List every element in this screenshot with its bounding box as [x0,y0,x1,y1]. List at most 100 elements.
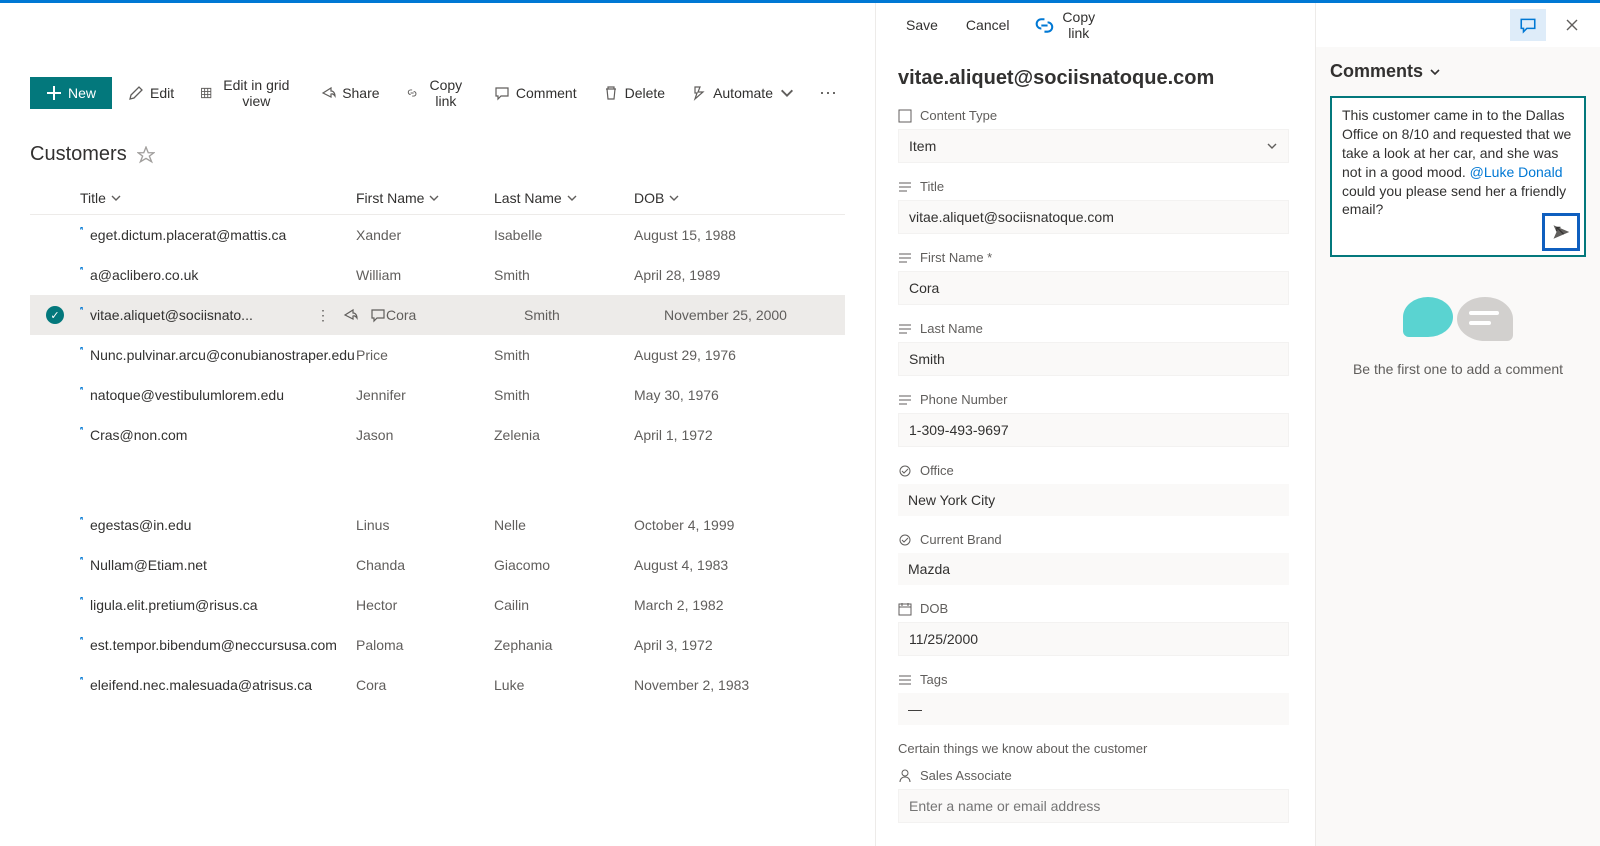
row-title[interactable]: ↗a@aclibero.co.uk [80,267,356,283]
table-row[interactable]: ↗eget.dictum.placerat@mattis.caXanderIsa… [30,215,845,255]
row-firstname: Cora [356,677,494,693]
tags-icon [898,673,912,687]
link-indicator-icon: ↗ [80,637,84,646]
row-checkmark-icon[interactable]: ✓ [46,306,64,324]
comment-button[interactable]: Comment [484,79,587,107]
row-title[interactable]: ↗eleifend.nec.malesuada@atrisus.ca [80,677,356,693]
copy-link-button[interactable]: Copy link [396,71,478,115]
brand-label: Current Brand [920,532,1002,547]
col-firstname[interactable]: First Name [356,190,494,206]
edit-grid-button[interactable]: Edit in grid view [190,71,304,115]
details-copy-link-button[interactable]: Copy link [1024,3,1104,47]
row-title[interactable]: ↗Nunc.pulvinar.arcu@conubianostraper.edu [80,347,356,363]
content-type-label: Content Type [920,108,997,123]
link-indicator-icon: ↗ [80,227,84,236]
row-title[interactable]: ↗Nullam@Etiam.net [80,557,356,573]
delete-label: Delete [625,85,665,101]
office-input[interactable]: New York City [898,484,1289,516]
row-title[interactable]: ↗natoque@vestibulumlorem.edu [80,387,356,403]
row-firstname: Linus [356,517,494,533]
row-dob: November 2, 1983 [634,677,774,693]
content-type-select[interactable]: Item [898,129,1289,163]
table-row[interactable]: ↗Nullam@Etiam.netChandaGiacomoAugust 4, … [30,545,845,585]
table-row[interactable]: ↗Nunc.pulvinar.arcu@conubianostraper.edu… [30,335,845,375]
table-row[interactable]: ↗Cras@non.comJasonZeleniaApril 1, 1972 [30,415,845,455]
automate-button[interactable]: Automate [681,79,805,107]
share-icon [320,85,336,101]
table-row[interactable]: ↗est.tempor.bibendum@neccursusa.comPalom… [30,625,845,665]
firstname-input[interactable] [898,271,1289,305]
firstname-label: First Name * [920,250,992,265]
comment-icon [494,85,510,101]
details-pane: Save Cancel Copy link vitae.aliquet@soci… [875,3,1315,846]
row-firstname: Paloma [356,637,494,653]
chevron-down-icon [1266,140,1278,152]
text-icon [898,251,912,265]
row-title[interactable]: ↗ligula.elit.pretium@risus.ca [80,597,356,613]
overflow-button[interactable]: ⋯ [811,79,845,108]
new-button[interactable]: New [30,77,112,109]
row-dob: August 4, 1983 [634,557,774,573]
row-dob: April 3, 1972 [634,637,774,653]
row-dob: November 25, 2000 [664,307,804,323]
row-title[interactable]: ↗vitae.aliquet@sociisnato... [80,307,356,323]
tags-input[interactable]: — [898,693,1289,725]
pencil-icon [128,85,144,101]
row-title[interactable]: ↗est.tempor.bibendum@neccursusa.com [80,637,356,653]
list-toolbar: New Edit Edit in grid view Share Copy li… [0,63,875,123]
table-row[interactable]: ✓↗vitae.aliquet@sociisnato...⋮CoraSmithN… [30,295,845,335]
row-title[interactable]: ↗eget.dictum.placerat@mattis.ca [80,227,356,243]
list-title: Customers [30,143,127,166]
link-indicator-icon: ↗ [80,427,84,436]
calendar-icon [898,602,912,616]
person-icon [898,769,912,783]
comments-toggle-button[interactable] [1510,9,1546,41]
link-indicator-icon: ↗ [80,517,84,526]
mention[interactable]: @Luke Donald [1470,164,1563,180]
row-firstname: Cora [386,307,524,323]
send-comment-button[interactable]: ↖ [1542,213,1580,251]
automate-label: Automate [713,85,773,101]
share-label: Share [342,85,379,101]
row-lastname: Smith [494,267,634,283]
col-dob[interactable]: DOB [634,190,774,206]
phone-input[interactable] [898,413,1289,447]
title-input[interactable] [898,200,1289,234]
edit-button[interactable]: Edit [118,79,184,107]
link-icon [1032,13,1057,38]
cancel-button[interactable]: Cancel [952,11,1018,39]
delete-button[interactable]: Delete [593,79,675,107]
close-pane-button[interactable] [1554,9,1590,41]
row-dob: May 30, 1976 [634,387,774,403]
plus-icon [46,85,62,101]
col-lastname[interactable]: Last Name [494,190,634,206]
table-row[interactable]: ↗eleifend.nec.malesuada@atrisus.caCoraLu… [30,665,845,705]
choice-icon [898,464,912,478]
row-title[interactable]: ↗egestas@in.edu [80,517,356,533]
row-firstname: Price [356,347,494,363]
row-title[interactable]: ↗Cras@non.com [80,427,356,443]
row-comment-icon[interactable] [370,307,386,323]
col-title[interactable]: Title [80,190,356,206]
lastname-input[interactable] [898,342,1289,376]
table-row[interactable]: ↗ligula.elit.pretium@risus.caHectorCaili… [30,585,845,625]
table-row[interactable]: ↗natoque@vestibulumlorem.eduJenniferSmit… [30,375,845,415]
title-field-label: Title [920,179,944,194]
link-icon [406,85,418,101]
dob-input[interactable] [898,622,1289,656]
comments-pane: Comments This customer came in to the Da… [1315,3,1600,846]
table-row[interactable]: ↗a@aclibero.co.ukWilliamSmithApril 28, 1… [30,255,845,295]
favorite-icon[interactable] [137,146,155,164]
comment-textbox[interactable]: This customer came in to the Dallas Offi… [1330,96,1586,257]
save-button[interactable]: Save [892,11,946,39]
table-row[interactable]: ↗egestas@in.eduLinusNelleOctober 4, 1999 [30,505,845,545]
sales-assoc-input[interactable] [898,789,1289,823]
chevron-down-icon [779,85,795,101]
share-button[interactable]: Share [310,79,389,107]
brand-input[interactable]: Mazda [898,553,1289,585]
row-lastname: Smith [494,347,634,363]
row-lastname: Giacomo [494,557,634,573]
comments-header[interactable]: Comments [1330,61,1586,82]
link-indicator-icon: ↗ [80,557,84,566]
item-title: vitae.aliquet@sociisnatoque.com [898,67,1289,90]
